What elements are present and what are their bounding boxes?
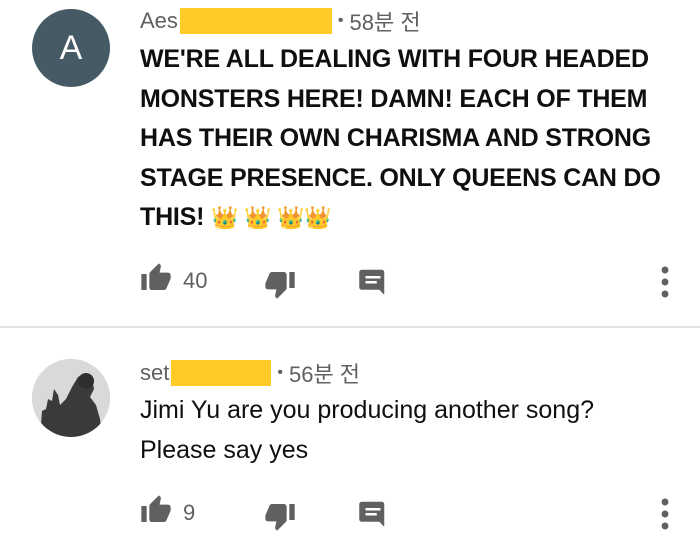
redaction-bar	[171, 360, 272, 386]
avatar-photo	[32, 359, 110, 437]
author-name[interactable]: set	[140, 360, 169, 386]
comment-thread-1: A Aes • 58분 전 WE'RE ALL DEALING WITH FOU…	[0, 0, 700, 326]
separator-dot: •	[277, 364, 283, 381]
comment-body: WE'RE ALL DEALING WITH FOUR HEADED MONST…	[140, 45, 661, 231]
thumbs-down-icon[interactable]	[264, 268, 296, 300]
like-count: 40	[183, 268, 208, 293]
timestamp[interactable]: 58분 전	[350, 5, 421, 37]
like-count: 9	[183, 500, 196, 525]
comment-text: Jimi Yu are you producing another song? …	[140, 390, 685, 470]
redaction-bar	[179, 8, 332, 34]
separator-dot: •	[337, 12, 344, 29]
more-vert-icon[interactable]	[652, 496, 678, 532]
thumbs-down-icon[interactable]	[264, 500, 296, 532]
comment-header: set • 56분 전	[140, 358, 360, 388]
avatar[interactable]	[32, 359, 110, 437]
comment-header: Aes • 58분 전	[140, 6, 421, 36]
crown-emoji: 👑 👑 👑👑	[211, 205, 332, 230]
comment-actions: 40	[0, 262, 700, 302]
comment-text: WE'RE ALL DEALING WITH FOUR HEADED MONST…	[140, 40, 685, 238]
thumbs-up-icon[interactable]	[140, 262, 172, 294]
comment-actions: 9	[0, 494, 700, 534]
avatar-letter: A	[59, 28, 83, 67]
comment-line-2: Please say yes	[140, 436, 309, 464]
reply-icon[interactable]	[358, 498, 388, 528]
thumbs-up-icon[interactable]	[140, 494, 172, 526]
timestamp[interactable]: 56분 전	[289, 357, 360, 389]
more-vert-icon[interactable]	[652, 264, 678, 300]
comment-line-1: Jimi Yu are you producing another song?	[140, 396, 595, 424]
comment-thread-2: set • 56분 전 Jimi Yu are you producing an…	[0, 328, 700, 548]
avatar[interactable]: A	[32, 9, 110, 87]
reply-icon[interactable]	[358, 266, 388, 296]
author-name[interactable]: Aes	[140, 8, 178, 34]
